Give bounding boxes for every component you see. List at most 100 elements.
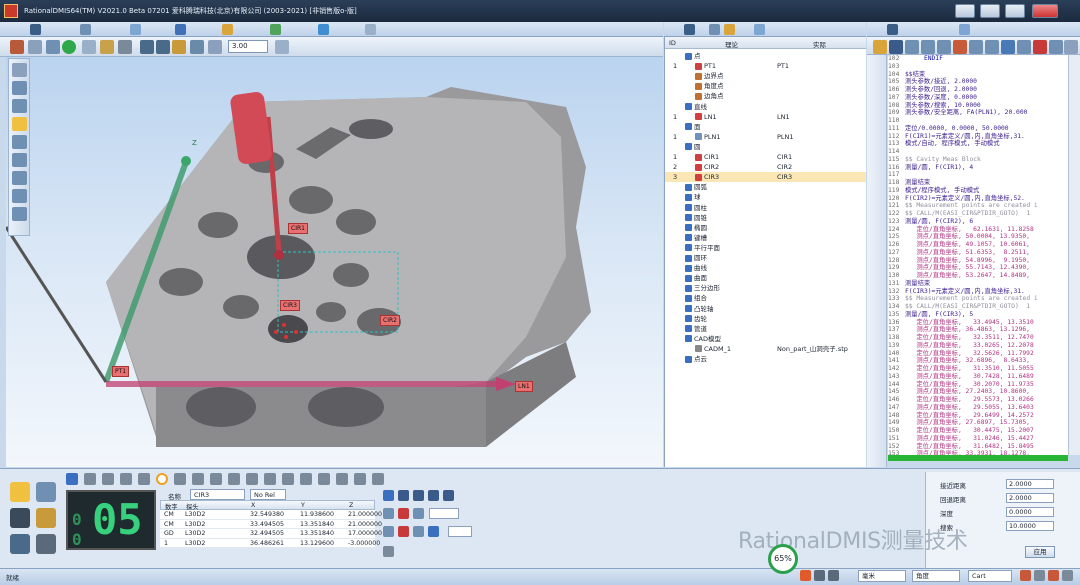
tree-tab-filter-icon[interactable]: [709, 24, 720, 35]
coord-select[interactable]: Cart: [968, 570, 1012, 582]
view-top-icon[interactable]: [156, 40, 170, 54]
code-line[interactable]: 130 测点/直角坐标, 53.2647, 14.8489,: [888, 272, 1068, 280]
tree-item[interactable]: 3 CIR3 CIR3: [665, 172, 866, 183]
code-line[interactable]: 151 测点/直角坐标, 31.0246, 15.4427: [888, 435, 1068, 443]
apply-button[interactable]: 应用: [1025, 546, 1055, 558]
ctrl-stop-icon[interactable]: [398, 526, 409, 537]
code-line[interactable]: 120 F(CIR2)=元素定义/圆,内,直角坐标,52.: [888, 195, 1068, 203]
tree-item[interactable]: 圆: [665, 142, 866, 152]
tree-item[interactable]: 组合: [665, 293, 866, 303]
dmis-code-editor[interactable]: 102 ENDIF 103 104 $$结束 105 测头参数/接近, 2.0000 106…: [888, 55, 1068, 455]
measure-mode-icon[interactable]: [10, 482, 30, 502]
probe-tool-icon[interactable]: [12, 81, 27, 95]
code-line[interactable]: 103: [888, 63, 1068, 71]
tree-item[interactable]: 角度点: [665, 81, 866, 91]
status-icon-2[interactable]: [1034, 570, 1045, 581]
feat-cone-icon[interactable]: [228, 473, 240, 485]
ctrl-delete-icon[interactable]: [398, 508, 409, 519]
probe-tool-5-icon[interactable]: [12, 171, 27, 185]
code-line[interactable]: 105 测头参数/接近, 2.0000: [888, 78, 1068, 86]
feat-pipe-icon[interactable]: [354, 473, 366, 485]
feat-sphere-icon[interactable]: [192, 473, 204, 485]
zoom-input[interactable]: 3.00: [228, 40, 268, 53]
code-line[interactable]: 139 测点/直角坐标, 33.0265, 12.2078: [888, 342, 1068, 350]
code-line[interactable]: 118 测量结束: [888, 179, 1068, 187]
tree-tab-list-icon[interactable]: [754, 24, 765, 35]
tab-report-icon[interactable]: [270, 24, 281, 35]
tree-item[interactable]: CAD模型: [665, 334, 866, 344]
ime-mode-icon[interactable]: [814, 570, 825, 581]
report-icon[interactable]: [1049, 40, 1063, 54]
code-line[interactable]: 115 $$ Cavity Meas Block: [888, 156, 1068, 164]
tree-tab-features-icon[interactable]: [684, 24, 695, 35]
feat-arc-icon[interactable]: [174, 473, 186, 485]
feat-plane-icon[interactable]: [120, 473, 132, 485]
app-logo-icon[interactable]: [4, 4, 18, 18]
unit-select[interactable]: 毫米: [858, 570, 906, 582]
ctrl-probe-icon[interactable]: [383, 526, 394, 537]
tree-item[interactable]: CADM_1 Non_part_山洞壳子.stp: [665, 344, 866, 354]
feat-gear-icon[interactable]: [336, 473, 348, 485]
tree-item[interactable]: 1 PT1 PT1: [665, 61, 866, 71]
tree-item[interactable]: 凸轮轴: [665, 304, 866, 314]
feat-torus-icon[interactable]: [282, 473, 294, 485]
tree-item[interactable]: 1 PLN1 PLN1: [665, 132, 866, 142]
probe-tool-4-icon[interactable]: [12, 153, 27, 167]
save-icon[interactable]: [889, 40, 903, 54]
code-line[interactable]: 147 测点/直角坐标, 29.5055, 13.6403: [888, 404, 1068, 412]
tree-item[interactable]: 2 CIR2 CIR2: [665, 162, 866, 172]
tree-item[interactable]: 1 LN1 LN1: [665, 112, 866, 122]
tab-cad-icon[interactable]: [318, 24, 329, 35]
status-icon-1[interactable]: [1020, 570, 1031, 581]
ctrl-export-icon[interactable]: [443, 490, 454, 501]
feat-slot-icon[interactable]: [264, 473, 276, 485]
construct-mode-icon[interactable]: [36, 482, 56, 502]
feature-label-cir3[interactable]: CIR3: [280, 300, 300, 311]
feat-surface-icon[interactable]: [318, 473, 330, 485]
code-line[interactable]: 113 模式/自动, 程序模式, 手动模式: [888, 140, 1068, 148]
debug-icon[interactable]: [1001, 40, 1015, 54]
tree-item[interactable]: 曲线: [665, 263, 866, 273]
pin-icon[interactable]: [12, 63, 27, 77]
feat-cylinder-icon[interactable]: [210, 473, 222, 485]
feat-edge-icon[interactable]: [84, 473, 96, 485]
code-line[interactable]: 125 测点/直角坐标, 50.0004, 13.9350,: [888, 233, 1068, 241]
step-icon[interactable]: [969, 40, 983, 54]
code-line[interactable]: 133 $$ Measurement points are created i: [888, 295, 1068, 303]
approach-input[interactable]: 2.0000: [1006, 479, 1054, 489]
tree-item[interactable]: 点: [665, 51, 866, 61]
col-nominal[interactable]: 理论: [725, 39, 738, 49]
code-line[interactable]: 145 测点/直角坐标, 27.2403, 10.8600,: [888, 388, 1068, 396]
probe-tool-3-icon[interactable]: [12, 135, 27, 149]
code-line[interactable]: 138 定位/直角坐标, 32.3511, 12.7470: [888, 334, 1068, 342]
code-line[interactable]: 131 测量结束: [888, 280, 1068, 288]
col-id[interactable]: ID: [669, 39, 676, 47]
feature-label-cir2[interactable]: CIR2: [380, 315, 400, 326]
more-icon[interactable]: [1064, 40, 1078, 54]
reference-input[interactable]: No Rel: [250, 489, 286, 500]
tree-item[interactable]: 齿轮: [665, 314, 866, 324]
ctrl-list-icon[interactable]: [428, 490, 439, 501]
tree-item[interactable]: 1 CIR1 CIR1: [665, 152, 866, 162]
status-icon-3[interactable]: [1048, 570, 1059, 581]
rotate-icon[interactable]: [62, 40, 76, 54]
hand-icon[interactable]: [953, 40, 967, 54]
probe-tool-2-icon[interactable]: [12, 99, 27, 113]
tab-table-icon[interactable]: [130, 24, 141, 35]
feat-line-icon[interactable]: [102, 473, 114, 485]
code-line[interactable]: 123 测量/圆, F(CIR2), 6: [888, 218, 1068, 226]
probe-tool-7-icon[interactable]: [12, 207, 27, 221]
measure-icon[interactable]: [275, 40, 289, 54]
home-view-icon[interactable]: [10, 40, 24, 54]
probe-tool-6-icon[interactable]: [12, 189, 27, 203]
feat-point-icon[interactable]: [66, 473, 78, 485]
maximize-button[interactable]: [1005, 4, 1025, 18]
code-line[interactable]: 127 测点/直角坐标, 51.6353, 8.2511,: [888, 249, 1068, 257]
ctrl-edit-icon[interactable]: [383, 508, 394, 519]
probe-active-icon[interactable]: [12, 117, 27, 131]
code-line[interactable]: 129 测点/直角坐标, 55.7143, 12.4390,: [888, 264, 1068, 272]
ctrl-add-icon[interactable]: [413, 508, 424, 519]
code-line[interactable]: 141 测点/直角坐标, 32.6896, 8.6433,: [888, 357, 1068, 365]
tree-item[interactable]: 面: [665, 122, 866, 132]
code-line[interactable]: 143 测点/直角坐标, 30.7428, 11.6489: [888, 373, 1068, 381]
